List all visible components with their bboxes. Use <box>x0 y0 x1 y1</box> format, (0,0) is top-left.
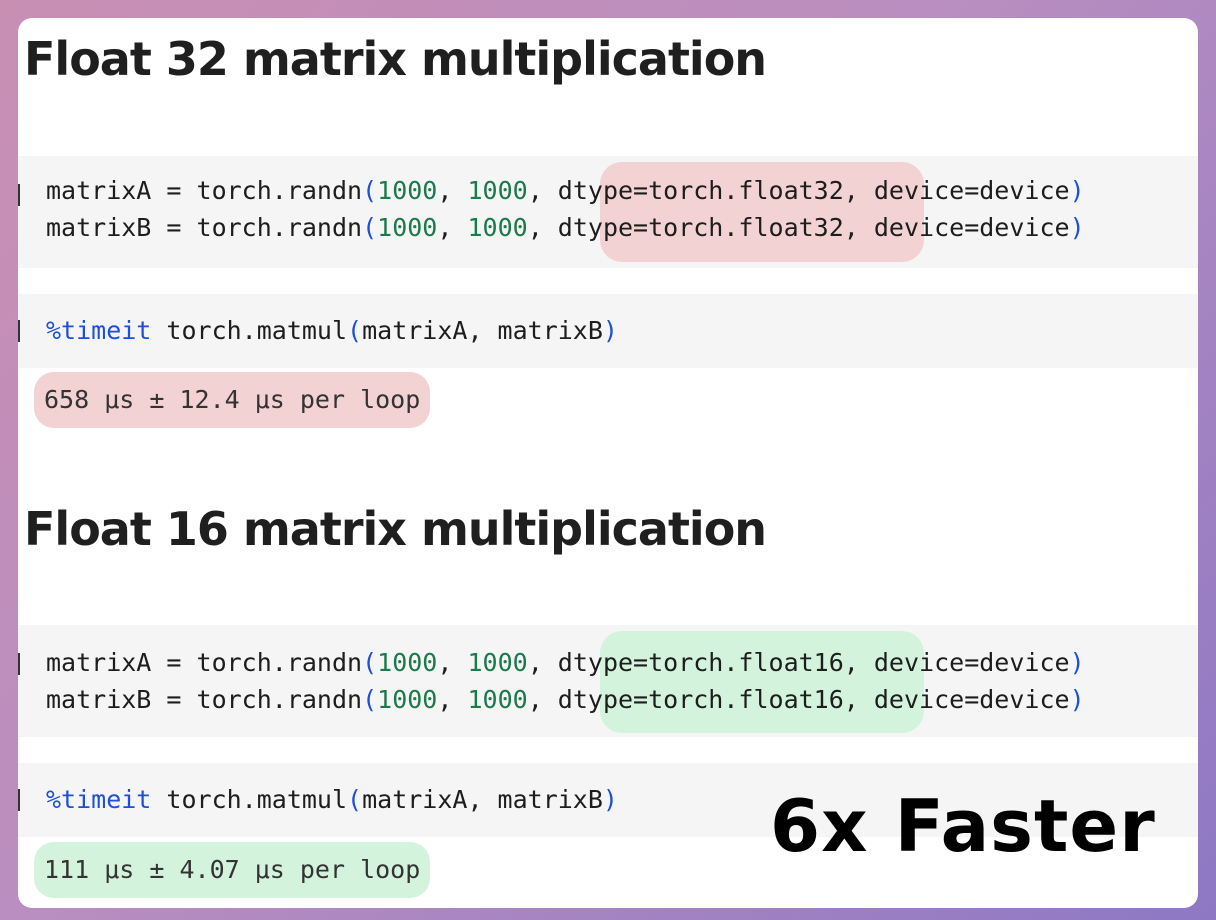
code-line: matrixA = torch.randn(1000, 1000, dtype=… <box>46 648 1085 677</box>
dtype-arg: dtype=torch.float16 <box>557 685 844 714</box>
cell-marker <box>18 184 20 206</box>
speedup-annotation: 6x Faster <box>770 784 1156 868</box>
code-line: %timeit torch.matmul(matrixA, matrixB) <box>46 785 618 814</box>
cell-marker <box>18 653 20 675</box>
code-line: matrixA = torch.randn(1000, 1000, dtype=… <box>46 176 1085 205</box>
timing-output-fp32: 658 μs ± 12.4 μs per loop <box>34 372 431 428</box>
dtype-arg: dtype=torch.float32 <box>557 213 844 242</box>
code-cell-fp16-init[interactable]: matrixA = torch.randn(1000, 1000, dtype=… <box>18 625 1198 737</box>
dtype-arg: dtype=torch.float32 <box>557 176 844 205</box>
section-heading-fp16: Float 16 matrix multiplication <box>24 502 767 556</box>
section-heading-fp32: Float 32 matrix multiplication <box>24 32 767 86</box>
cell-marker <box>18 320 20 342</box>
code-line: %timeit torch.matmul(matrixA, matrixB) <box>46 316 618 345</box>
dtype-arg: dtype=torch.float16 <box>557 648 844 677</box>
cell-marker <box>18 789 20 811</box>
timing-output-fp16: 111 μs ± 4.07 μs per loop <box>34 842 431 898</box>
code-cell-fp32-timeit[interactable]: %timeit torch.matmul(matrixA, matrixB) <box>18 294 1198 368</box>
code-line: matrixB = torch.randn(1000, 1000, dtype=… <box>46 213 1085 242</box>
code-line: matrixB = torch.randn(1000, 1000, dtype=… <box>46 685 1085 714</box>
code-cell-fp32-init[interactable]: matrixA = torch.randn(1000, 1000, dtype=… <box>18 156 1198 268</box>
notebook-card: Float 32 matrix multiplication matrixA =… <box>18 18 1198 908</box>
